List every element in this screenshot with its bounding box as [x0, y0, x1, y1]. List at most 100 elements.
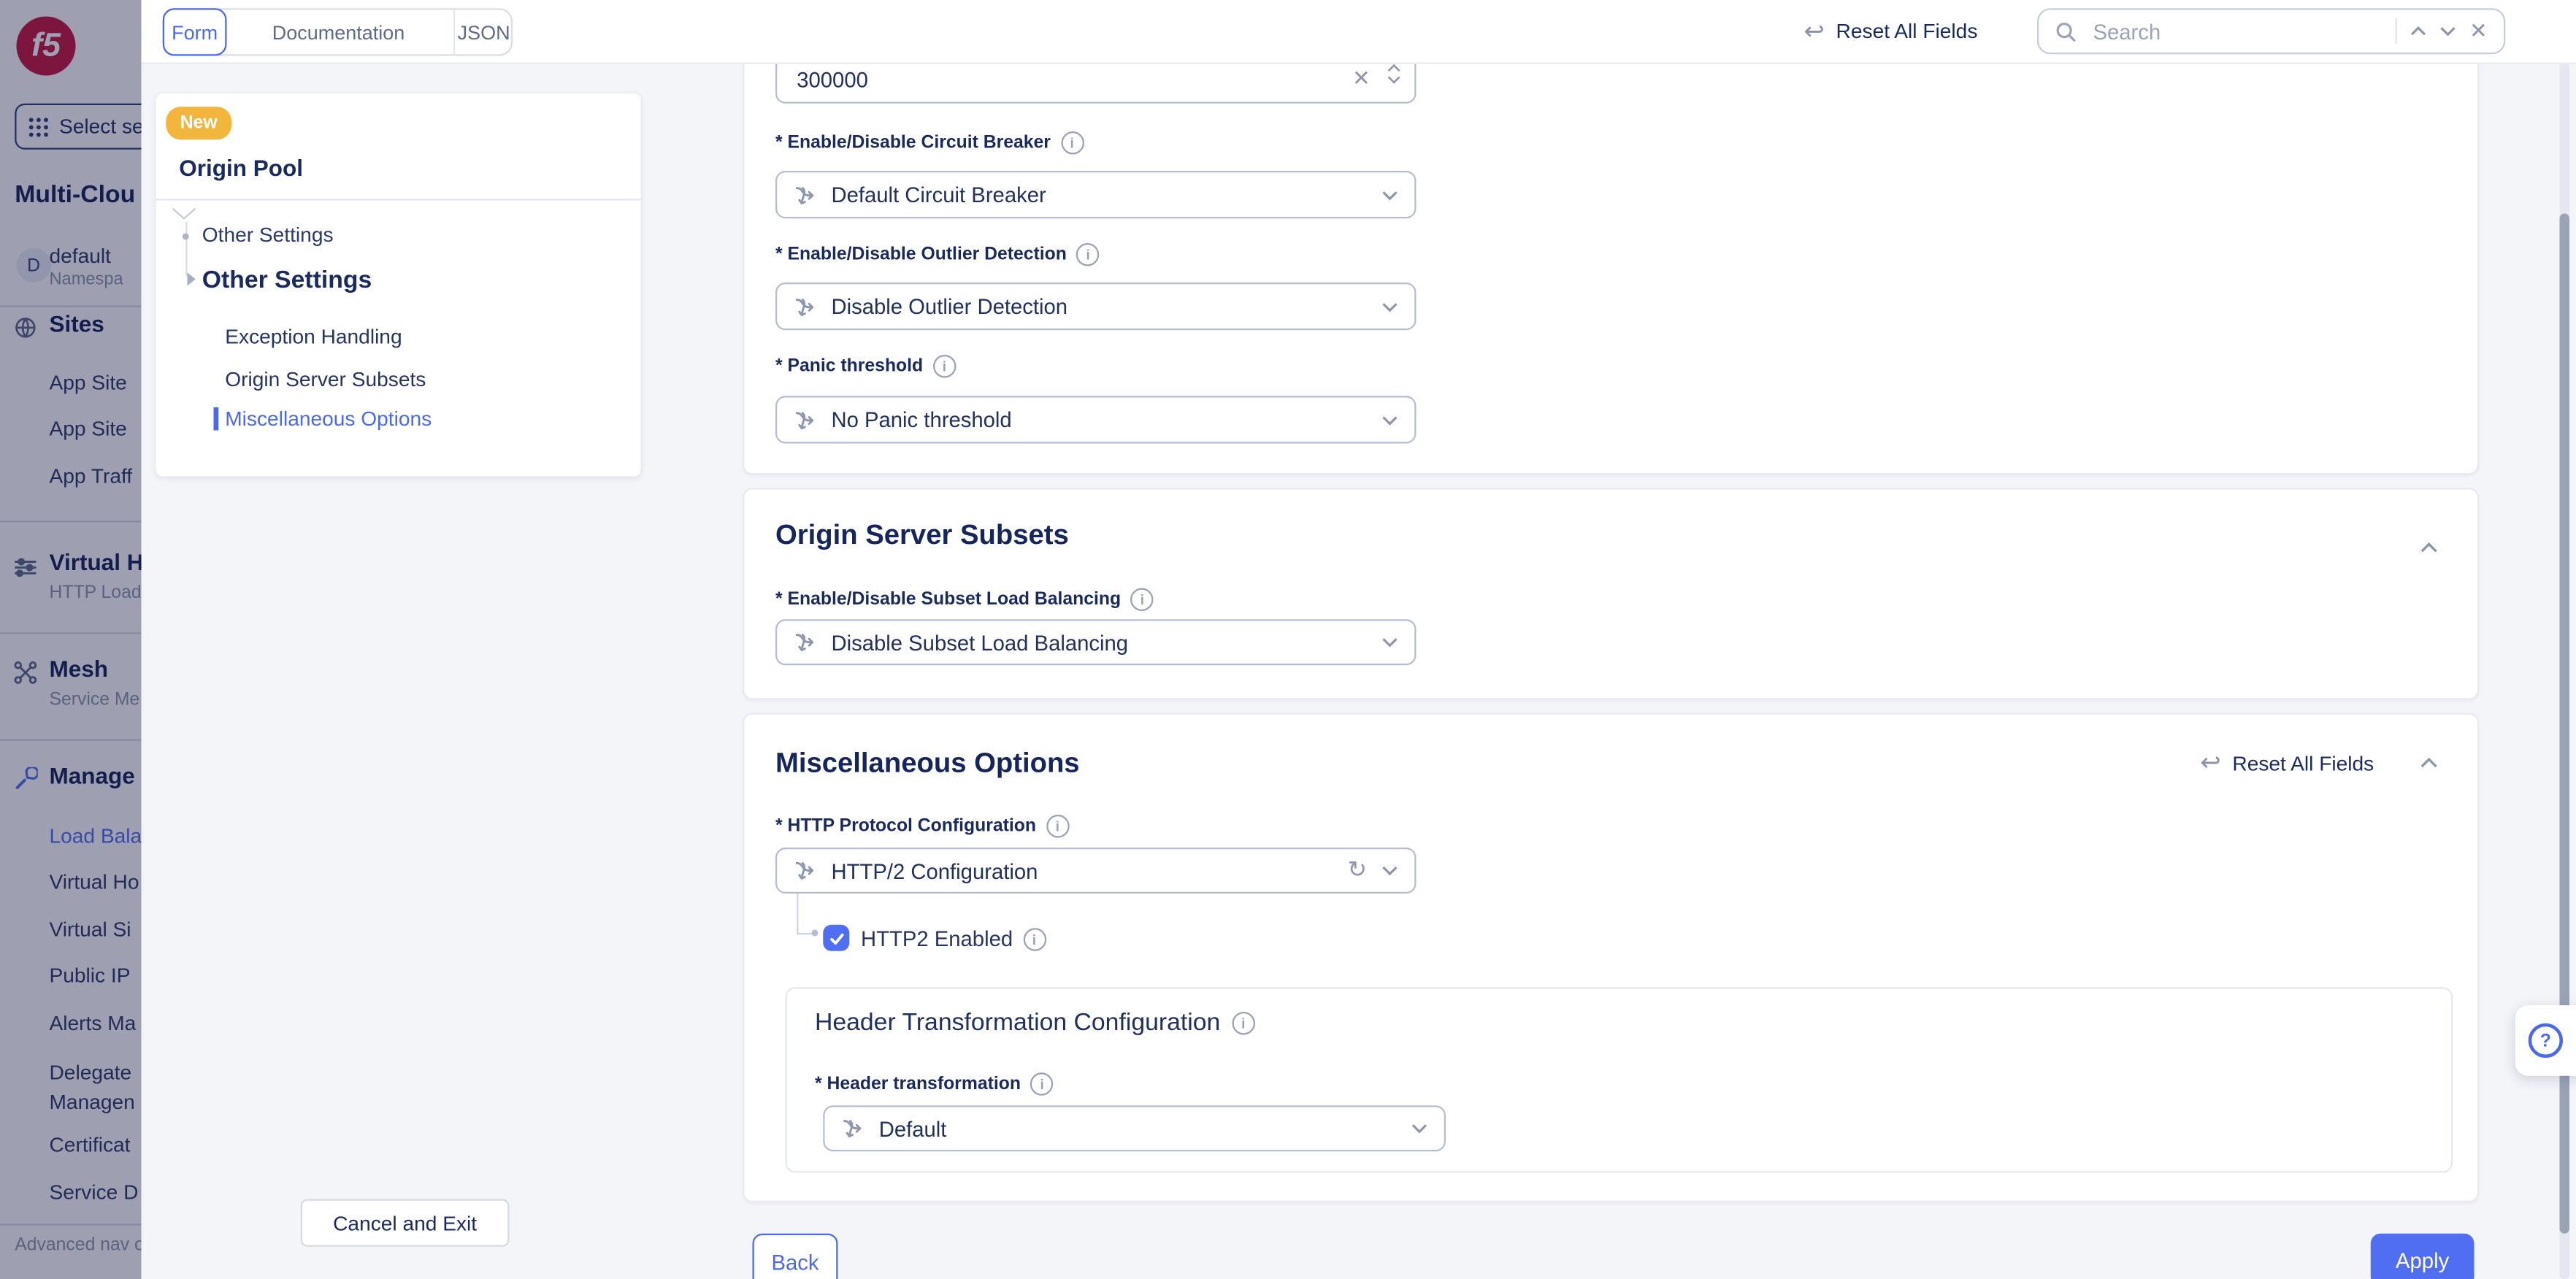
- collapse-section-icon[interactable]: [2420, 757, 2438, 769]
- section-reset-all-fields-button[interactable]: ↩ Reset All Fields: [2200, 750, 2438, 775]
- circuit-breaker-label-text: * Enable/Disable Circuit Breaker: [775, 133, 1051, 153]
- http-protocol-label-text: * HTTP Protocol Configuration: [775, 816, 1036, 836]
- app-root: f5 Select se Multi-Clou D default Namesp…: [0, 0, 2576, 1279]
- outlier-detection-label-text: * Enable/Disable Outlier Detection: [775, 245, 1067, 264]
- info-icon[interactable]: i: [1076, 243, 1100, 266]
- cancel-and-exit-button[interactable]: Cancel and Exit: [301, 1199, 510, 1247]
- tab-form-label: Form: [172, 20, 218, 44]
- nav-item-other-settings[interactable]: Other Settings: [202, 223, 334, 247]
- tab-form[interactable]: Form: [163, 8, 227, 55]
- apply-button[interactable]: Apply: [2371, 1234, 2475, 1279]
- info-icon[interactable]: i: [1046, 815, 1070, 838]
- cancel-and-exit-label: Cancel and Exit: [333, 1211, 477, 1234]
- field-connector-line: [797, 894, 798, 933]
- collapse-section-icon[interactable]: [2420, 532, 2438, 562]
- undo-icon: ↩: [1804, 19, 1825, 44]
- panic-threshold-label: * Panic threshold i: [775, 355, 956, 378]
- scrollbar-track[interactable]: [2560, 63, 2570, 1279]
- modal-body: New Origin Pool Other Settings Other Set…: [142, 63, 2576, 1279]
- info-icon[interactable]: i: [1060, 131, 1084, 155]
- info-icon[interactable]: i: [933, 355, 957, 378]
- chevron-down-icon: [1381, 301, 1398, 312]
- new-badge: New: [166, 107, 231, 139]
- nav-item-other-settings-current[interactable]: Other Settings: [202, 266, 372, 294]
- page-title: Origin Pool: [179, 155, 303, 181]
- chevron-up-icon[interactable]: [2410, 26, 2427, 37]
- close-icon[interactable]: ✕: [2469, 18, 2488, 45]
- nav-item-miscellaneous-options[interactable]: Miscellaneous Options: [225, 407, 432, 431]
- tree-connector-line: [185, 222, 187, 276]
- panic-threshold-label-text: * Panic threshold: [775, 356, 923, 376]
- field-connector-line: [797, 933, 811, 934]
- checkmark-icon: [827, 929, 846, 947]
- other-settings-card: 300000 ✕ * Enable/Disable Circuit Breake…: [743, 63, 2479, 475]
- circuit-breaker-select[interactable]: Default Circuit Breaker: [775, 171, 1417, 218]
- tab-json-label: JSON: [458, 20, 510, 44]
- http-protocol-select[interactable]: HTTP/2 Configuration ↻: [775, 848, 1417, 894]
- http2-enabled-checkbox[interactable]: [823, 925, 849, 951]
- tab-documentation-label: Documentation: [272, 20, 405, 44]
- chevron-down-icon: [1411, 1124, 1428, 1134]
- chevron-down-icon: [1381, 415, 1398, 425]
- refresh-icon[interactable]: ↻: [1348, 859, 1367, 883]
- new-badge-label: New: [180, 113, 218, 133]
- collapse-notch-icon[interactable]: [172, 199, 196, 228]
- header-transformation-label-text: * Header transformation: [815, 1075, 1021, 1094]
- outlier-detection-value: Disable Outlier Detection: [832, 294, 1068, 319]
- tree-arrow-icon: [188, 273, 196, 286]
- chevron-down-icon: [1381, 866, 1398, 876]
- undo-icon: ↩: [2200, 750, 2220, 775]
- nav-item-origin-server-subsets[interactable]: Origin Server Subsets: [225, 368, 426, 391]
- tab-json[interactable]: JSON: [453, 10, 513, 55]
- miscellaneous-options-title: Miscellaneous Options: [775, 748, 1080, 780]
- info-icon[interactable]: i: [1131, 588, 1154, 612]
- branch-icon: [841, 1117, 865, 1140]
- active-item-indicator: [214, 407, 219, 431]
- number-stepper[interactable]: [1387, 64, 1401, 84]
- header-transformation-title: Header Transformation Configuration i: [815, 1009, 1255, 1037]
- question-icon: ?: [2529, 1023, 2563, 1058]
- back-button[interactable]: Back: [753, 1234, 838, 1279]
- info-icon[interactable]: i: [1030, 1072, 1054, 1096]
- info-icon[interactable]: i: [1023, 927, 1046, 950]
- left-sidebar: f5 Select se Multi-Clou D default Namesp…: [0, 0, 142, 1279]
- origin-server-subsets-title: Origin Server Subsets: [775, 519, 1069, 552]
- subset-lb-label-text: * Enable/Disable Subset Load Balancing: [775, 590, 1121, 610]
- subset-lb-value: Disable Subset Load Balancing: [832, 630, 1129, 655]
- panic-threshold-select[interactable]: No Panic threshold: [775, 396, 1417, 443]
- branch-icon: [794, 859, 817, 883]
- form-nav-panel: New Origin Pool Other Settings Other Set…: [156, 93, 641, 476]
- branch-icon: [794, 183, 817, 207]
- search-icon: [2055, 20, 2077, 42]
- search-divider: [2396, 18, 2397, 45]
- branch-icon: [794, 631, 817, 654]
- panic-threshold-value: No Panic threshold: [832, 407, 1012, 432]
- question-glyph: ?: [2540, 1031, 2551, 1051]
- tab-documentation[interactable]: Documentation: [223, 10, 453, 55]
- http-protocol-label: * HTTP Protocol Configuration i: [775, 815, 1069, 838]
- subset-lb-select[interactable]: Disable Subset Load Balancing: [775, 619, 1417, 665]
- search-input[interactable]: [2090, 18, 2383, 45]
- back-button-label: Back: [771, 1249, 819, 1274]
- outlier-detection-label: * Enable/Disable Outlier Detection i: [775, 243, 1100, 266]
- search-box[interactable]: ✕: [2037, 8, 2505, 54]
- scrollbar-thumb[interactable]: [2560, 214, 2570, 1234]
- chevron-down-icon[interactable]: [2439, 26, 2456, 37]
- outlier-detection-select[interactable]: Disable Outlier Detection: [775, 283, 1417, 330]
- subset-lb-label: * Enable/Disable Subset Load Balancing i: [775, 588, 1154, 612]
- info-icon[interactable]: i: [1232, 1011, 1255, 1034]
- apply-button-label: Apply: [2396, 1248, 2449, 1272]
- header-transformation-title-text: Header Transformation Configuration: [815, 1009, 1220, 1037]
- clear-icon[interactable]: ✕: [1352, 66, 1371, 92]
- timeout-input[interactable]: 300000 ✕: [775, 63, 1417, 104]
- header-transformation-select[interactable]: Default: [823, 1105, 1446, 1151]
- origin-server-subsets-card: Origin Server Subsets * Enable/Disable S…: [743, 488, 2479, 699]
- http2-enabled-label-text: HTTP2 Enabled: [861, 926, 1013, 951]
- miscellaneous-options-card: Miscellaneous Options ↩ Reset All Fields…: [743, 713, 2479, 1203]
- nav-item-exception-handling[interactable]: Exception Handling: [225, 326, 402, 349]
- reset-all-fields-label: Reset All Fields: [1836, 20, 1978, 43]
- help-button[interactable]: ?: [2515, 1005, 2576, 1076]
- reset-all-fields-button[interactable]: ↩ Reset All Fields: [1804, 0, 1978, 63]
- section-reset-all-fields-label: Reset All Fields: [2232, 751, 2374, 775]
- timeout-value: 300000: [797, 67, 868, 92]
